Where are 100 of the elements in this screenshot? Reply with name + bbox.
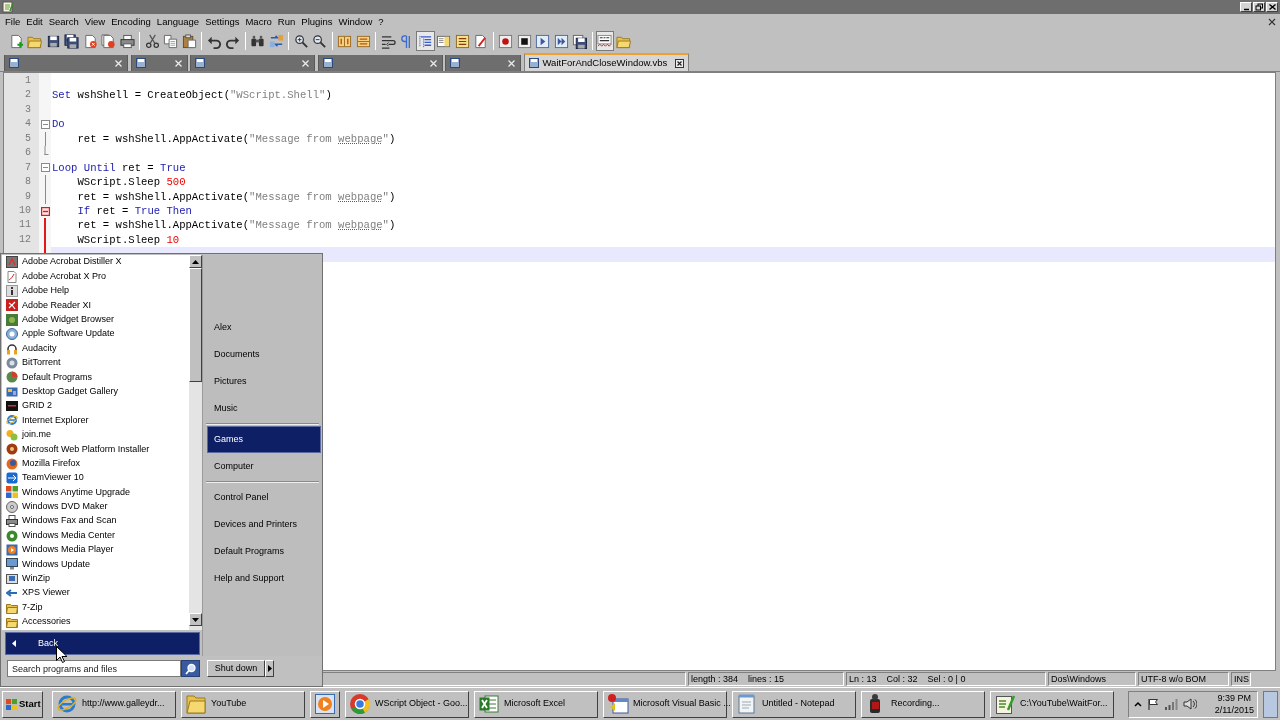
program-item[interactable]: GRID 2 [2, 398, 189, 414]
shut-down-button[interactable]: Shut down [207, 660, 265, 677]
back-button[interactable]: Back [5, 632, 200, 655]
program-item[interactable]: Windows Update [2, 557, 189, 572]
start-button[interactable]: Start [2, 690, 43, 718]
search-field[interactable]: Search programs and files [7, 660, 181, 677]
taskbar-button[interactable]: Untitled - Notepad [732, 690, 856, 718]
folder-icon [6, 601, 18, 614]
start-menu-link[interactable]: Computer [207, 453, 321, 480]
program-item[interactable]: Desktop Gadget Gallery [2, 384, 189, 399]
menu-item[interactable]: Run [274, 15, 299, 29]
menu-item[interactable]: Macro [242, 15, 275, 29]
status-line-endings: Dos\Windows [1048, 672, 1136, 686]
spell-check-button[interactable] [595, 31, 614, 51]
program-item[interactable]: Apple Software Update [2, 326, 189, 342]
menu-item[interactable]: Settings [202, 15, 243, 29]
program-item[interactable]: 7-Zip [2, 600, 189, 615]
signal-bars-icon[interactable] [1164, 698, 1178, 710]
taskbar-button[interactable]: WScript Object - Goo... [345, 690, 469, 718]
program-item[interactable]: Adobe Help [2, 283, 189, 299]
scrollbar-thumb[interactable] [189, 268, 202, 382]
program-item[interactable]: Adobe Widget Browser [2, 312, 189, 327]
program-item[interactable]: Windows Anytime Upgrade [2, 485, 189, 500]
program-item[interactable]: Microsoft Web Platform Installer [2, 442, 189, 457]
program-item[interactable]: TeamViewer 10 [2, 470, 189, 486]
menu-item[interactable]: View [81, 15, 109, 29]
code-line: ret = wshShell.AppActivate("Message from webpage") [76, 190, 396, 203]
clock-time[interactable]: 9:39 PM [1217, 692, 1252, 704]
program-item[interactable]: Adobe Reader XI [2, 298, 189, 313]
code-line: ret = wshShell.AppActivate("Message from webpage") [76, 219, 396, 232]
program-item[interactable]: Default Programs [2, 370, 189, 385]
app-tile-icon [6, 572, 18, 585]
start-menu-link[interactable]: Music [207, 395, 321, 422]
start-menu-link[interactable]: Control Panel [207, 484, 321, 511]
menu-item[interactable]: Encoding [108, 15, 154, 29]
menu-item[interactable]: File [2, 15, 24, 29]
program-item[interactable]: join.me [2, 427, 189, 443]
program-item[interactable]: Adobe Acrobat Distiller X [2, 255, 189, 270]
menu-item[interactable]: Window [335, 15, 376, 29]
status-mode: INS [1231, 672, 1251, 686]
start-menu-link[interactable]: Alex [207, 314, 321, 341]
code-line: WScript.Sleep 500 [76, 176, 186, 189]
tab[interactable] [445, 55, 521, 71]
close-tab-icon[interactable] [675, 58, 685, 68]
menu-item[interactable]: Plugins [298, 15, 336, 29]
show-desktop-button[interactable] [1263, 690, 1278, 718]
code-line: If ret = True Then [76, 204, 192, 217]
start-menu-link[interactable]: Pictures [207, 368, 321, 395]
program-item[interactable]: Accessories [2, 614, 189, 630]
flag-icon[interactable] [1147, 698, 1159, 710]
search-button[interactable] [181, 660, 200, 677]
program-item[interactable]: WinZip [2, 571, 189, 586]
close-button[interactable] [1266, 2, 1278, 12]
start-menu-link[interactable]: Help and Support [207, 565, 321, 592]
close-all-button[interactable] [99, 31, 118, 51]
close-document-button[interactable] [1268, 18, 1276, 26]
taskbar-button[interactable]: Microsoft Excel [474, 690, 598, 718]
start-menu-link[interactable]: Games [207, 426, 321, 453]
program-item[interactable]: Mozilla Firefox [2, 456, 189, 471]
shut-down-options-button[interactable] [265, 660, 274, 677]
menu-item[interactable]: Language [153, 15, 203, 29]
stop-icon [516, 33, 532, 49]
taskbar-button[interactable]: Recording... [861, 690, 985, 718]
taskbar-button[interactable] [310, 690, 340, 718]
menu-item[interactable]: ? [375, 15, 387, 29]
speaker-icon[interactable] [1183, 698, 1197, 710]
clipboard-button[interactable] [180, 31, 199, 51]
taskbar-button[interactable]: YouTube [181, 690, 305, 718]
tab[interactable] [317, 55, 443, 71]
clock-date[interactable]: 2/11/2015 [1214, 704, 1254, 716]
program-item[interactable]: BitTorrent [2, 355, 189, 371]
app-tile-icon [6, 472, 18, 485]
close-icon [1268, 18, 1276, 26]
program-item[interactable]: XPS Viewer [2, 586, 189, 601]
menu-item[interactable]: Search [45, 15, 82, 29]
tab[interactable]: WaitForAndCloseWindow.vbs [523, 53, 690, 71]
program-item[interactable]: Windows Media Player [2, 542, 189, 558]
close-icon [1267, 3, 1277, 11]
program-item[interactable]: Adobe Acrobat X Pro [2, 269, 189, 284]
minimize-button[interactable] [1240, 2, 1252, 12]
scroll-down-button[interactable] [189, 613, 202, 626]
chevron-up-icon[interactable] [1134, 700, 1142, 708]
save-all-button[interactable] [62, 31, 81, 51]
menu-item[interactable]: Edit [23, 15, 46, 29]
program-item[interactable]: Windows Media Center [2, 528, 189, 543]
taskbar-button[interactable]: http://www.galleydr... [52, 690, 176, 718]
status-document-info: length : 384 lines : 15 [688, 672, 844, 686]
taskbar-button[interactable]: C:\YouTube\WaitFor... [990, 690, 1114, 718]
tab[interactable] [130, 55, 188, 71]
start-menu-link[interactable]: Documents [207, 341, 321, 368]
scroll-up-button[interactable] [189, 255, 202, 268]
indent-guide-button[interactable] [416, 31, 435, 51]
restore-button[interactable] [1253, 2, 1265, 12]
program-item[interactable]: Windows DVD Maker [2, 499, 189, 515]
start-menu-link[interactable]: Default Programs [207, 538, 321, 565]
program-item[interactable]: Windows Fax and Scan [2, 514, 189, 529]
play-multiple-icon [553, 33, 569, 49]
program-item[interactable]: Internet Explorer [2, 413, 189, 428]
start-menu-link[interactable]: Devices and Printers [207, 511, 321, 538]
program-item[interactable]: Audacity [2, 341, 189, 356]
